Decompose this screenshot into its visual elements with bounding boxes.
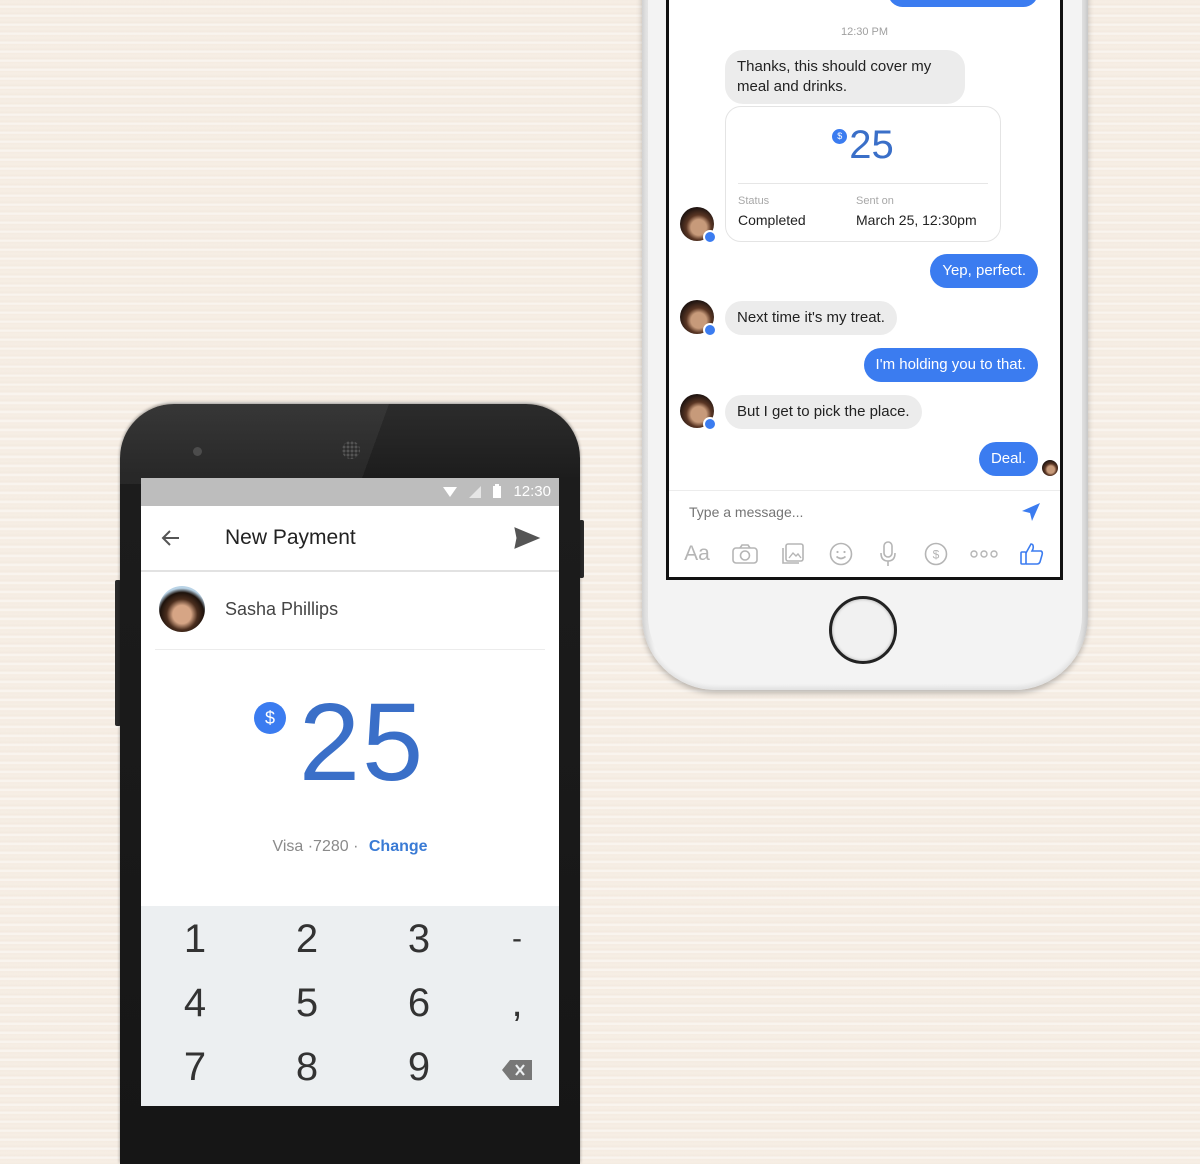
chat-timestamp: 12:30 PM xyxy=(840,26,889,38)
like-icon[interactable] xyxy=(1014,539,1050,569)
front-camera xyxy=(193,447,202,456)
recipient-name: Sasha Phillips xyxy=(225,599,339,619)
backspace-icon xyxy=(502,1045,532,1090)
message-bubble-incoming: Thanks, this should cover my meal and dr… xyxy=(725,50,965,104)
message-bubble-incoming: But I get to pick the place. xyxy=(725,395,922,429)
status-label: Status xyxy=(738,195,770,207)
divider xyxy=(669,490,1060,491)
key-7[interactable]: 7 xyxy=(165,1042,225,1092)
key-9[interactable]: 9 xyxy=(389,1042,449,1092)
key-4[interactable]: 4 xyxy=(165,978,225,1028)
page-title: New Payment xyxy=(225,526,356,549)
key-8[interactable]: 8 xyxy=(277,1042,337,1092)
wifi-icon xyxy=(443,485,457,502)
back-arrow-icon[interactable] xyxy=(159,526,183,555)
payment-icon[interactable]: $ xyxy=(918,539,954,569)
divider xyxy=(155,649,545,650)
send-icon[interactable] xyxy=(1020,501,1042,528)
message-input[interactable] xyxy=(687,503,987,521)
change-card-link[interactable]: Change xyxy=(369,838,428,855)
recipient-row[interactable]: Sasha Phillips xyxy=(141,574,559,650)
payment-amount: $25 xyxy=(726,123,1000,168)
status-value: Completed xyxy=(738,212,806,228)
home-button[interactable] xyxy=(829,596,897,664)
status-bar: 12:30 xyxy=(141,478,559,506)
message-bubble-incoming: Next time it's my treat. xyxy=(725,301,897,335)
messenger-badge-icon xyxy=(703,417,717,431)
messenger-badge-icon xyxy=(703,230,717,244)
message-bubble-partial xyxy=(888,0,1038,7)
key-1[interactable]: 1 xyxy=(165,914,225,964)
message-bubble-outgoing: I'm holding you to that. xyxy=(863,348,1038,382)
battery-icon xyxy=(493,484,501,502)
message-bubble-outgoing: Deal. xyxy=(978,442,1038,476)
payment-screen: 12:30 New Payment Sasha Phillips $ 25 Vi… xyxy=(141,478,559,1106)
divider xyxy=(738,183,988,184)
sent-on-value: March 25, 12:30pm xyxy=(856,212,977,228)
microphone-icon[interactable] xyxy=(870,539,906,569)
key-comma[interactable]: , xyxy=(487,978,547,1028)
text-format-icon[interactable]: Aa xyxy=(679,539,715,569)
currency-badge-icon: $ xyxy=(254,702,286,734)
contact-avatar xyxy=(680,394,717,431)
signal-icon xyxy=(469,485,481,502)
amount-value: 25 xyxy=(298,681,426,804)
amount-display: $ 25 xyxy=(141,688,559,798)
messenger-screen: 12:30 PM Thanks, this should cover my me… xyxy=(666,0,1063,580)
card-info: Visa ·7280 · xyxy=(272,838,359,855)
svg-text:$: $ xyxy=(933,548,940,562)
backspace-key[interactable] xyxy=(487,1042,547,1092)
read-receipt-avatar xyxy=(1042,460,1058,476)
more-icon[interactable] xyxy=(966,539,1002,569)
recipient-avatar xyxy=(159,586,205,632)
payment-method: Visa ·7280 · Change xyxy=(141,838,559,856)
app-bar: New Payment xyxy=(141,506,559,572)
numeric-keypad: 1 2 3 - 4 5 6 , 7 8 9 xyxy=(141,906,559,1106)
sent-on-label: Sent on xyxy=(856,195,894,207)
composer-toolbar: Aa $ xyxy=(679,538,1050,570)
earpiece-speaker xyxy=(342,441,360,459)
payment-card[interactable]: $25 Status Completed Sent on March 25, 1… xyxy=(725,106,1001,242)
key-dash[interactable]: - xyxy=(487,914,547,964)
contact-avatar xyxy=(680,300,717,337)
messenger-badge-icon xyxy=(703,323,717,337)
camera-icon[interactable] xyxy=(727,539,763,569)
contact-avatar xyxy=(680,207,717,244)
gallery-icon[interactable] xyxy=(775,539,811,569)
key-6[interactable]: 6 xyxy=(389,978,449,1028)
key-5[interactable]: 5 xyxy=(277,978,337,1028)
currency-badge-icon: $ xyxy=(832,129,848,144)
status-time: 12:30 xyxy=(513,483,551,500)
send-icon[interactable] xyxy=(513,526,541,555)
key-2[interactable]: 2 xyxy=(277,914,337,964)
emoji-icon[interactable] xyxy=(823,539,859,569)
message-bubble-outgoing: Yep, perfect. xyxy=(930,254,1038,288)
key-3[interactable]: 3 xyxy=(389,914,449,964)
